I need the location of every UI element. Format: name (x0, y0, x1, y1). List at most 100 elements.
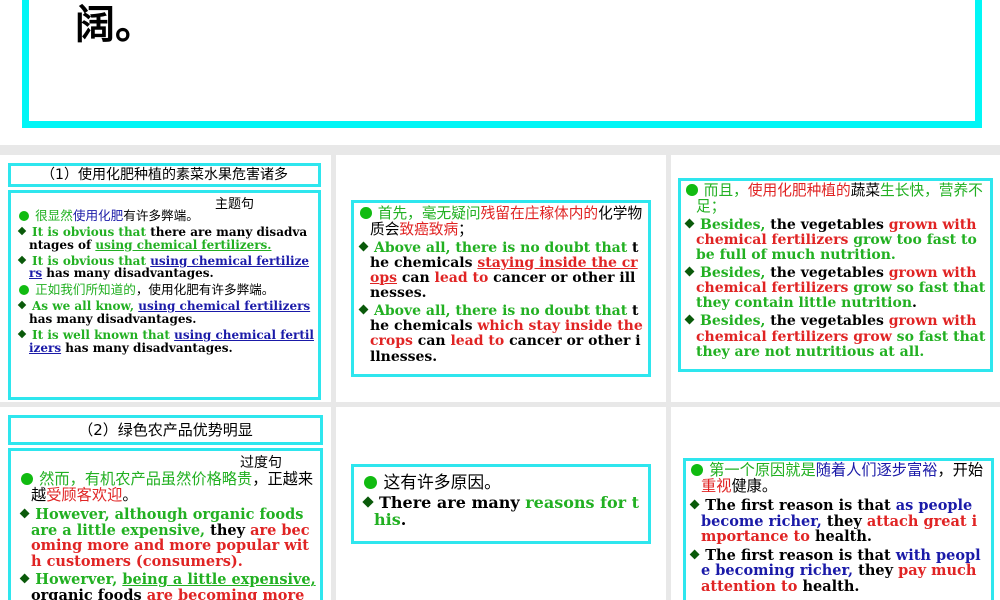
bullet-paragraph: 而且，使用化肥种植的蔬菜生长快，营养不足； (686, 183, 986, 215)
text-run: can (412, 333, 451, 350)
text-run: As we all know, (32, 299, 139, 313)
paragraph-list: 这有许多原因。 There are many reasons for this. (362, 473, 644, 530)
bullet-paragraph: It is obvious that there are many disadv… (17, 224, 314, 252)
text-run: they (210, 521, 251, 539)
text-run: ； (458, 220, 473, 238)
text-run: the vegetables (770, 313, 889, 330)
text-run: 首先，毫无疑问 (377, 205, 481, 222)
text-run: 健康。 (731, 477, 778, 496)
bullet-paragraph: Besides, the vegetables grown with chemi… (684, 216, 986, 263)
text-run: they (821, 512, 867, 530)
text-run: 很显然 (35, 208, 73, 223)
bullet-paragraph: As we all know, using chemical fertilize… (17, 299, 314, 326)
diamond-bullet-icon (358, 304, 369, 315)
text-run: 有许多弊端。 (123, 208, 199, 223)
text-run: lead to (434, 269, 489, 286)
text-run: 。 (122, 486, 138, 505)
text-run: It is obvious that (32, 224, 151, 239)
slide-thumbnail-4[interactable]: （2）绿色农产品优势明显 过度句 然而，有机农产品虽然价格略贵，正越来越受顾客欢… (0, 407, 331, 600)
text-run: the vegetables (770, 216, 889, 233)
diamond-bullet-icon (19, 573, 30, 584)
text-run: organic foods (31, 587, 147, 600)
slide-thumbnail-2[interactable]: 首先，毫无疑问残留在庄稼体内的化学物质会致癌致病； Above all, ther… (336, 155, 666, 402)
slide-thumbnail-3[interactable]: 而且，使用化肥种植的蔬菜生长快，营养不足； Besides, the vegeta… (671, 155, 1000, 402)
bullet-paragraph: Besides, the vegetables grown with chemi… (684, 265, 986, 311)
text-run: 这有许多原因。 (383, 472, 501, 492)
circle-bullet-icon (19, 210, 30, 221)
bullet-paragraph: 很显然使用化肥有许多弊端。 (19, 209, 314, 223)
slide-body: 过度句 然而，有机农产品虽然价格略贵，正越来越受顾客欢迎。 However, al… (8, 448, 323, 600)
bullet-paragraph: 这有许多原因。 (364, 473, 644, 491)
bullet-paragraph: The first reason is that as people becom… (689, 496, 987, 545)
text-run: Above all, there is no doubt that (374, 239, 633, 256)
text-run: . (400, 510, 407, 530)
circle-bullet-icon (360, 207, 372, 219)
diamond-bullet-icon (689, 549, 700, 560)
diamond-bullet-icon (689, 499, 700, 510)
text-run: 使用化肥种植的 (747, 182, 851, 199)
slide-title: （1）使用化肥种植的素菜水果危害诸多 (8, 163, 321, 187)
text-run: 正如我们所知道的 (35, 282, 136, 298)
bullet-paragraph: 然而，有机农产品虽然价格略贵，正越来越受顾客欢迎。 (21, 471, 316, 504)
bullet-paragraph: Besides, the vegetables grown with chemi… (684, 313, 986, 359)
circle-bullet-icon (21, 472, 34, 485)
diamond-bullet-icon (684, 314, 695, 325)
bullet-paragraph: It is obvious that using chemical fertil… (17, 253, 314, 281)
text-run: the vegetables (770, 265, 889, 282)
text-run: has many disadvantages. (29, 311, 197, 326)
text-run: has many disadvantages. (42, 266, 214, 281)
bullet-paragraph: Howerver, being a little expensive, orga… (19, 571, 316, 600)
text-run: 随着人们逐步富裕 (815, 461, 938, 479)
diamond-bullet-icon (17, 226, 27, 235)
text-run: Besides, (700, 313, 771, 330)
text-run: 残留在庄稼体内的 (480, 205, 599, 222)
text-run: using chemical fertilizers. (95, 237, 272, 252)
bullet-paragraph: However, although organic foods are a li… (19, 507, 316, 570)
slide-thumbnail-1[interactable]: （1）使用化肥种植的素菜水果危害诸多 主题句 很显然使用化肥有许多弊端。 It i… (0, 155, 331, 402)
bullet-paragraph: Above all, there is no doubt that the ch… (358, 304, 644, 364)
slide-body: 而且，使用化肥种植的蔬菜生长快，营养不足； Besides, the vegeta… (678, 178, 993, 372)
paragraph-list: 然而，有机农产品虽然价格略贵，正越来越受顾客欢迎。 However, althou… (19, 471, 316, 600)
slide-thumbnail-6[interactable]: 第一个原因就是随着人们逐步富裕，开始重视健康。 The first reason … (671, 407, 1000, 600)
text-run: health. (797, 578, 860, 596)
circle-bullet-icon (19, 285, 30, 296)
transition-sentence-label: 过度句 (240, 455, 282, 471)
slide-partial-top[interactable]: 阔。 (0, 0, 1000, 145)
text-run: It is obvious that (32, 253, 151, 268)
slide-body: 第一个原因就是随着人们逐步富裕，开始重视健康。 The first reason … (683, 458, 994, 600)
text-run: Besides, (700, 216, 771, 233)
circle-bullet-icon (691, 463, 704, 476)
text-run: 致癌致病 (399, 220, 459, 238)
text-run: The first reason is that (705, 496, 896, 514)
slide-text: 阔。 (75, 1, 155, 48)
slide-body: 这有许多原因。 There are many reasons for this. (351, 464, 651, 544)
text-run: 使用化肥 (72, 208, 124, 223)
text-run: using chemical fertilizers (138, 299, 311, 313)
slide-thumbnail-5[interactable]: 这有许多原因。 There are many reasons for this. (336, 407, 666, 600)
diamond-bullet-icon (358, 241, 369, 252)
diamond-bullet-icon (684, 218, 695, 229)
topic-sentence-label: 主题句 (215, 197, 255, 212)
bullet-paragraph: There are many reasons for this. (362, 493, 644, 530)
bullet-paragraph: Above all, there is no doubt that the ch… (358, 239, 644, 301)
paragraph-list: 首先，毫无疑问残留在庄稼体内的化学物质会致癌致病； Above all, ther… (358, 205, 644, 365)
slide-text-frame (22, 0, 982, 128)
text-run: being a little expensive, (122, 571, 316, 589)
circle-bullet-icon (686, 184, 698, 196)
paragraph-list: 很显然使用化肥有许多弊端。 It is obvious that there ar… (17, 209, 314, 355)
text-run: 重视 (701, 477, 732, 496)
text-run: 受顾客欢迎 (46, 486, 123, 505)
diamond-bullet-icon (362, 496, 374, 508)
text-run: 第一个原因就是 (709, 461, 816, 479)
diamond-bullet-icon (17, 329, 27, 339)
text-run: Besides, (700, 265, 771, 282)
text-run: There are many (379, 493, 526, 513)
text-run: 然而，有机农产品虽然价格略贵 (39, 470, 253, 488)
bullet-paragraph: 正如我们所知道的，使用化肥有许多弊端。 (19, 283, 314, 297)
slide-title: （2）绿色农产品优势明显 (8, 415, 323, 445)
bullet-paragraph: It is well known that using chemical fer… (17, 328, 314, 355)
diamond-bullet-icon (17, 300, 27, 310)
circle-bullet-icon (364, 475, 378, 489)
text-run: 蔬菜 (850, 182, 881, 199)
slide-body: 首先，毫无疑问残留在庄稼体内的化学物质会致癌致病； Above all, ther… (351, 200, 651, 377)
